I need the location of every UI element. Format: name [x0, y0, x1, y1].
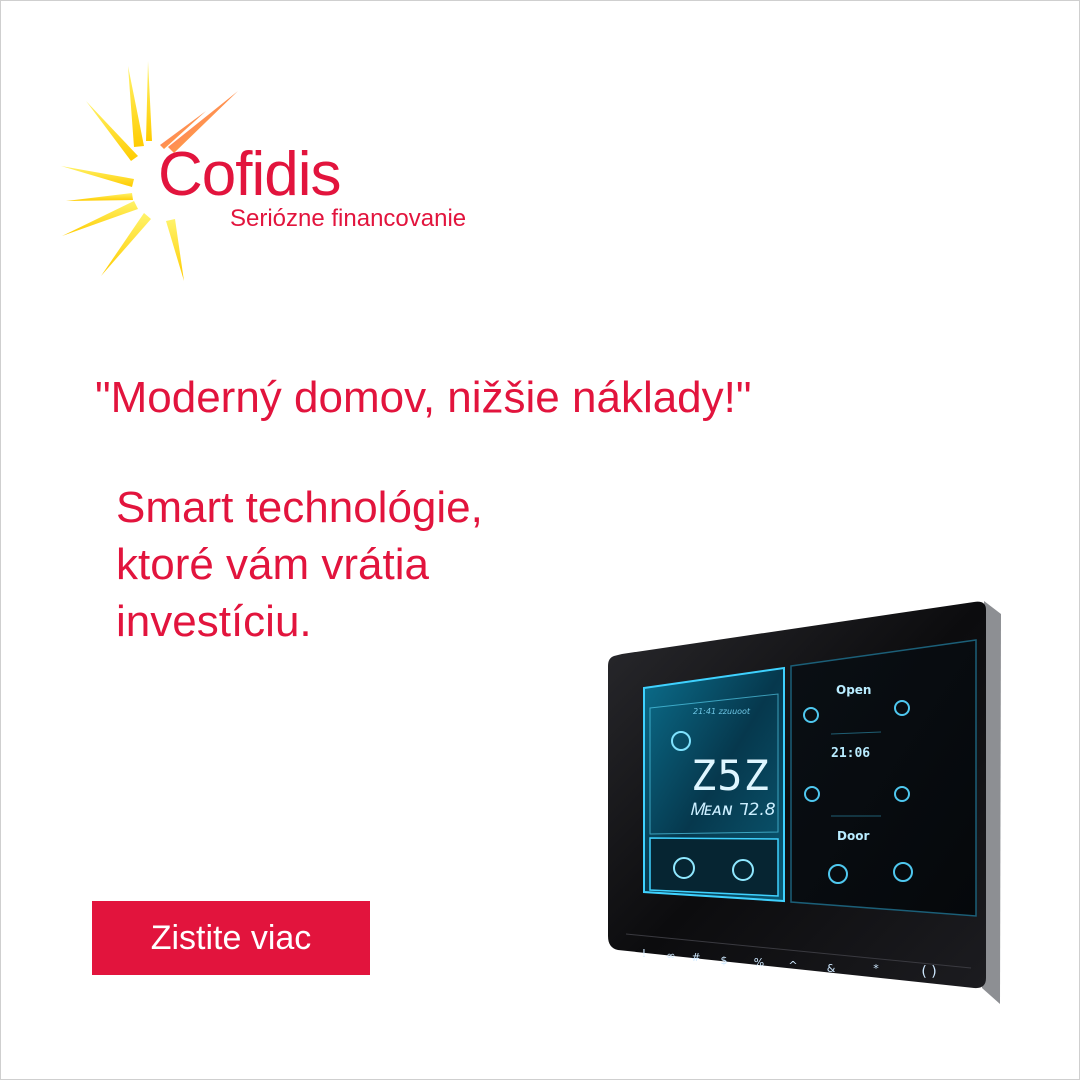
brand-name: Cofidis	[158, 140, 342, 209]
screen-open-label: Open	[836, 683, 872, 697]
panel-button-glyph: *	[873, 962, 879, 975]
screen-mini-label: 21:41 zzuuoot	[693, 707, 751, 716]
ad-frame: Cofidis Seriózne financovanie "Moderný d…	[0, 0, 1080, 1080]
headline: "Moderný domov, nižšie náklady!"	[95, 373, 752, 422]
panel-button-glyph: $	[720, 954, 728, 967]
panel-button-glyph: ∞	[666, 949, 676, 962]
screen-door-label: Door	[837, 829, 870, 843]
panel-button-glyph: ( )	[921, 964, 937, 980]
learn-more-button[interactable]: Zistite viac	[92, 901, 370, 975]
panel-button-glyph: #	[691, 951, 701, 964]
panel-button-glyph: &	[826, 962, 836, 975]
brand-tagline: Seriózne financovanie	[230, 205, 467, 232]
body-line: Smart technológie,	[116, 483, 483, 532]
screen-small-value: Ꮇᴇᴀɴ ᒣ2.8	[690, 800, 776, 820]
smart-panel-drawing	[608, 601, 1001, 1004]
screen-time-label: 21:06	[831, 746, 871, 761]
smart-home-panel-image: 21:41 zzuuoot Z5Z Ꮇᴇᴀɴ ᒣ2.8 Open 21:06 D…	[606, 596, 1026, 1006]
body-line: investíciu.	[116, 597, 312, 646]
body-text: Smart technológie, ktoré vám vrátia inve…	[116, 479, 483, 650]
cofidis-logo[interactable]: Cofidis Seriózne financovanie	[56, 61, 496, 291]
panel-button-glyph: !	[641, 947, 647, 960]
panel-button-glyph: %	[753, 956, 765, 969]
body-line: ktoré vám vrátia	[116, 540, 429, 589]
panel-button-glyph: ^	[788, 959, 798, 972]
screen-big-value: Z5Z	[691, 751, 770, 800]
